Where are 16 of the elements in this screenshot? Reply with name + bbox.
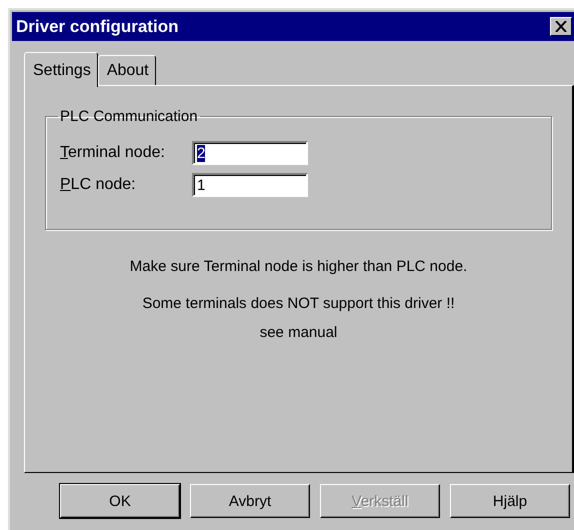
input-field[interactable]: 1 <box>192 173 308 197</box>
input-field[interactable]: 2 <box>192 141 308 165</box>
field-label: PLC node: <box>60 176 137 194</box>
field-label: Terminal node: <box>60 144 166 162</box>
window-title: Driver configuration <box>16 16 178 36</box>
close-icon <box>555 21 567 32</box>
dialog-button[interactable]: Hjälp <box>450 484 570 518</box>
group-title: PLC Communication <box>59 108 199 125</box>
dialog-button[interactable]: OK <box>60 484 180 518</box>
note-text: Make sure Terminal node is higher than PLC node. <box>130 258 468 275</box>
tab[interactable]: About <box>98 55 156 85</box>
note-text: Some terminals does NOT support this driver !! <box>142 295 455 312</box>
tab[interactable]: Settings <box>24 52 98 87</box>
note-text: see manual <box>260 324 338 341</box>
dialog-button[interactable]: Avbryt <box>190 484 310 518</box>
close-button[interactable] <box>550 17 572 36</box>
